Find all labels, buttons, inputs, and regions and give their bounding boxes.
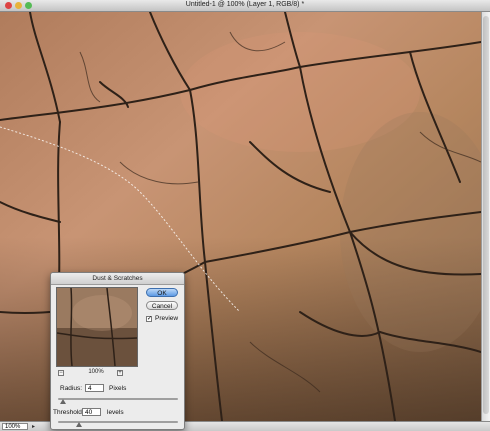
preview-image [57,288,137,366]
radius-input[interactable]: 4 [85,384,104,392]
vertical-scrollbar[interactable] [481,12,490,421]
radius-label: Radius: [60,385,83,392]
dialog-title[interactable]: Dust & Scratches [51,273,184,285]
status-menu-arrow-icon[interactable]: ▸ [32,423,35,430]
checkmark-icon: ✓ [147,316,153,322]
radius-slider-track[interactable] [58,398,178,404]
zoom-in-button[interactable]: + [117,370,123,376]
zoom-level-field[interactable]: 100% [2,423,28,430]
threshold-slider-thumb[interactable] [76,422,82,427]
cancel-button[interactable]: Cancel [146,301,178,310]
dust-scratches-dialog: Dust & Scratches − 100% + OK Cancel ✓ Pr… [50,272,185,430]
window-title: Untitled-1 @ 100% (Layer 1, RGB/8) * [185,1,305,8]
threshold-input[interactable]: 40 [82,408,101,416]
zoom-out-button[interactable]: − [58,370,64,376]
radius-unit: Pixels [109,385,127,392]
filter-preview[interactable] [56,287,138,367]
preview-label: Preview [155,315,179,322]
scrollbar-thumb[interactable] [483,16,489,414]
preview-checkbox[interactable]: ✓ [146,316,152,322]
radius-slider-thumb[interactable] [60,399,66,404]
document-titlebar[interactable]: Untitled-1 @ 100% (Layer 1, RGB/8) * [0,0,490,12]
threshold-slider-track[interactable] [58,421,178,427]
threshold-label: Threshold: [53,409,84,416]
ok-button[interactable]: OK [146,288,178,297]
preview-zoom-label: 100% [88,369,104,375]
threshold-unit: levels [107,409,124,416]
